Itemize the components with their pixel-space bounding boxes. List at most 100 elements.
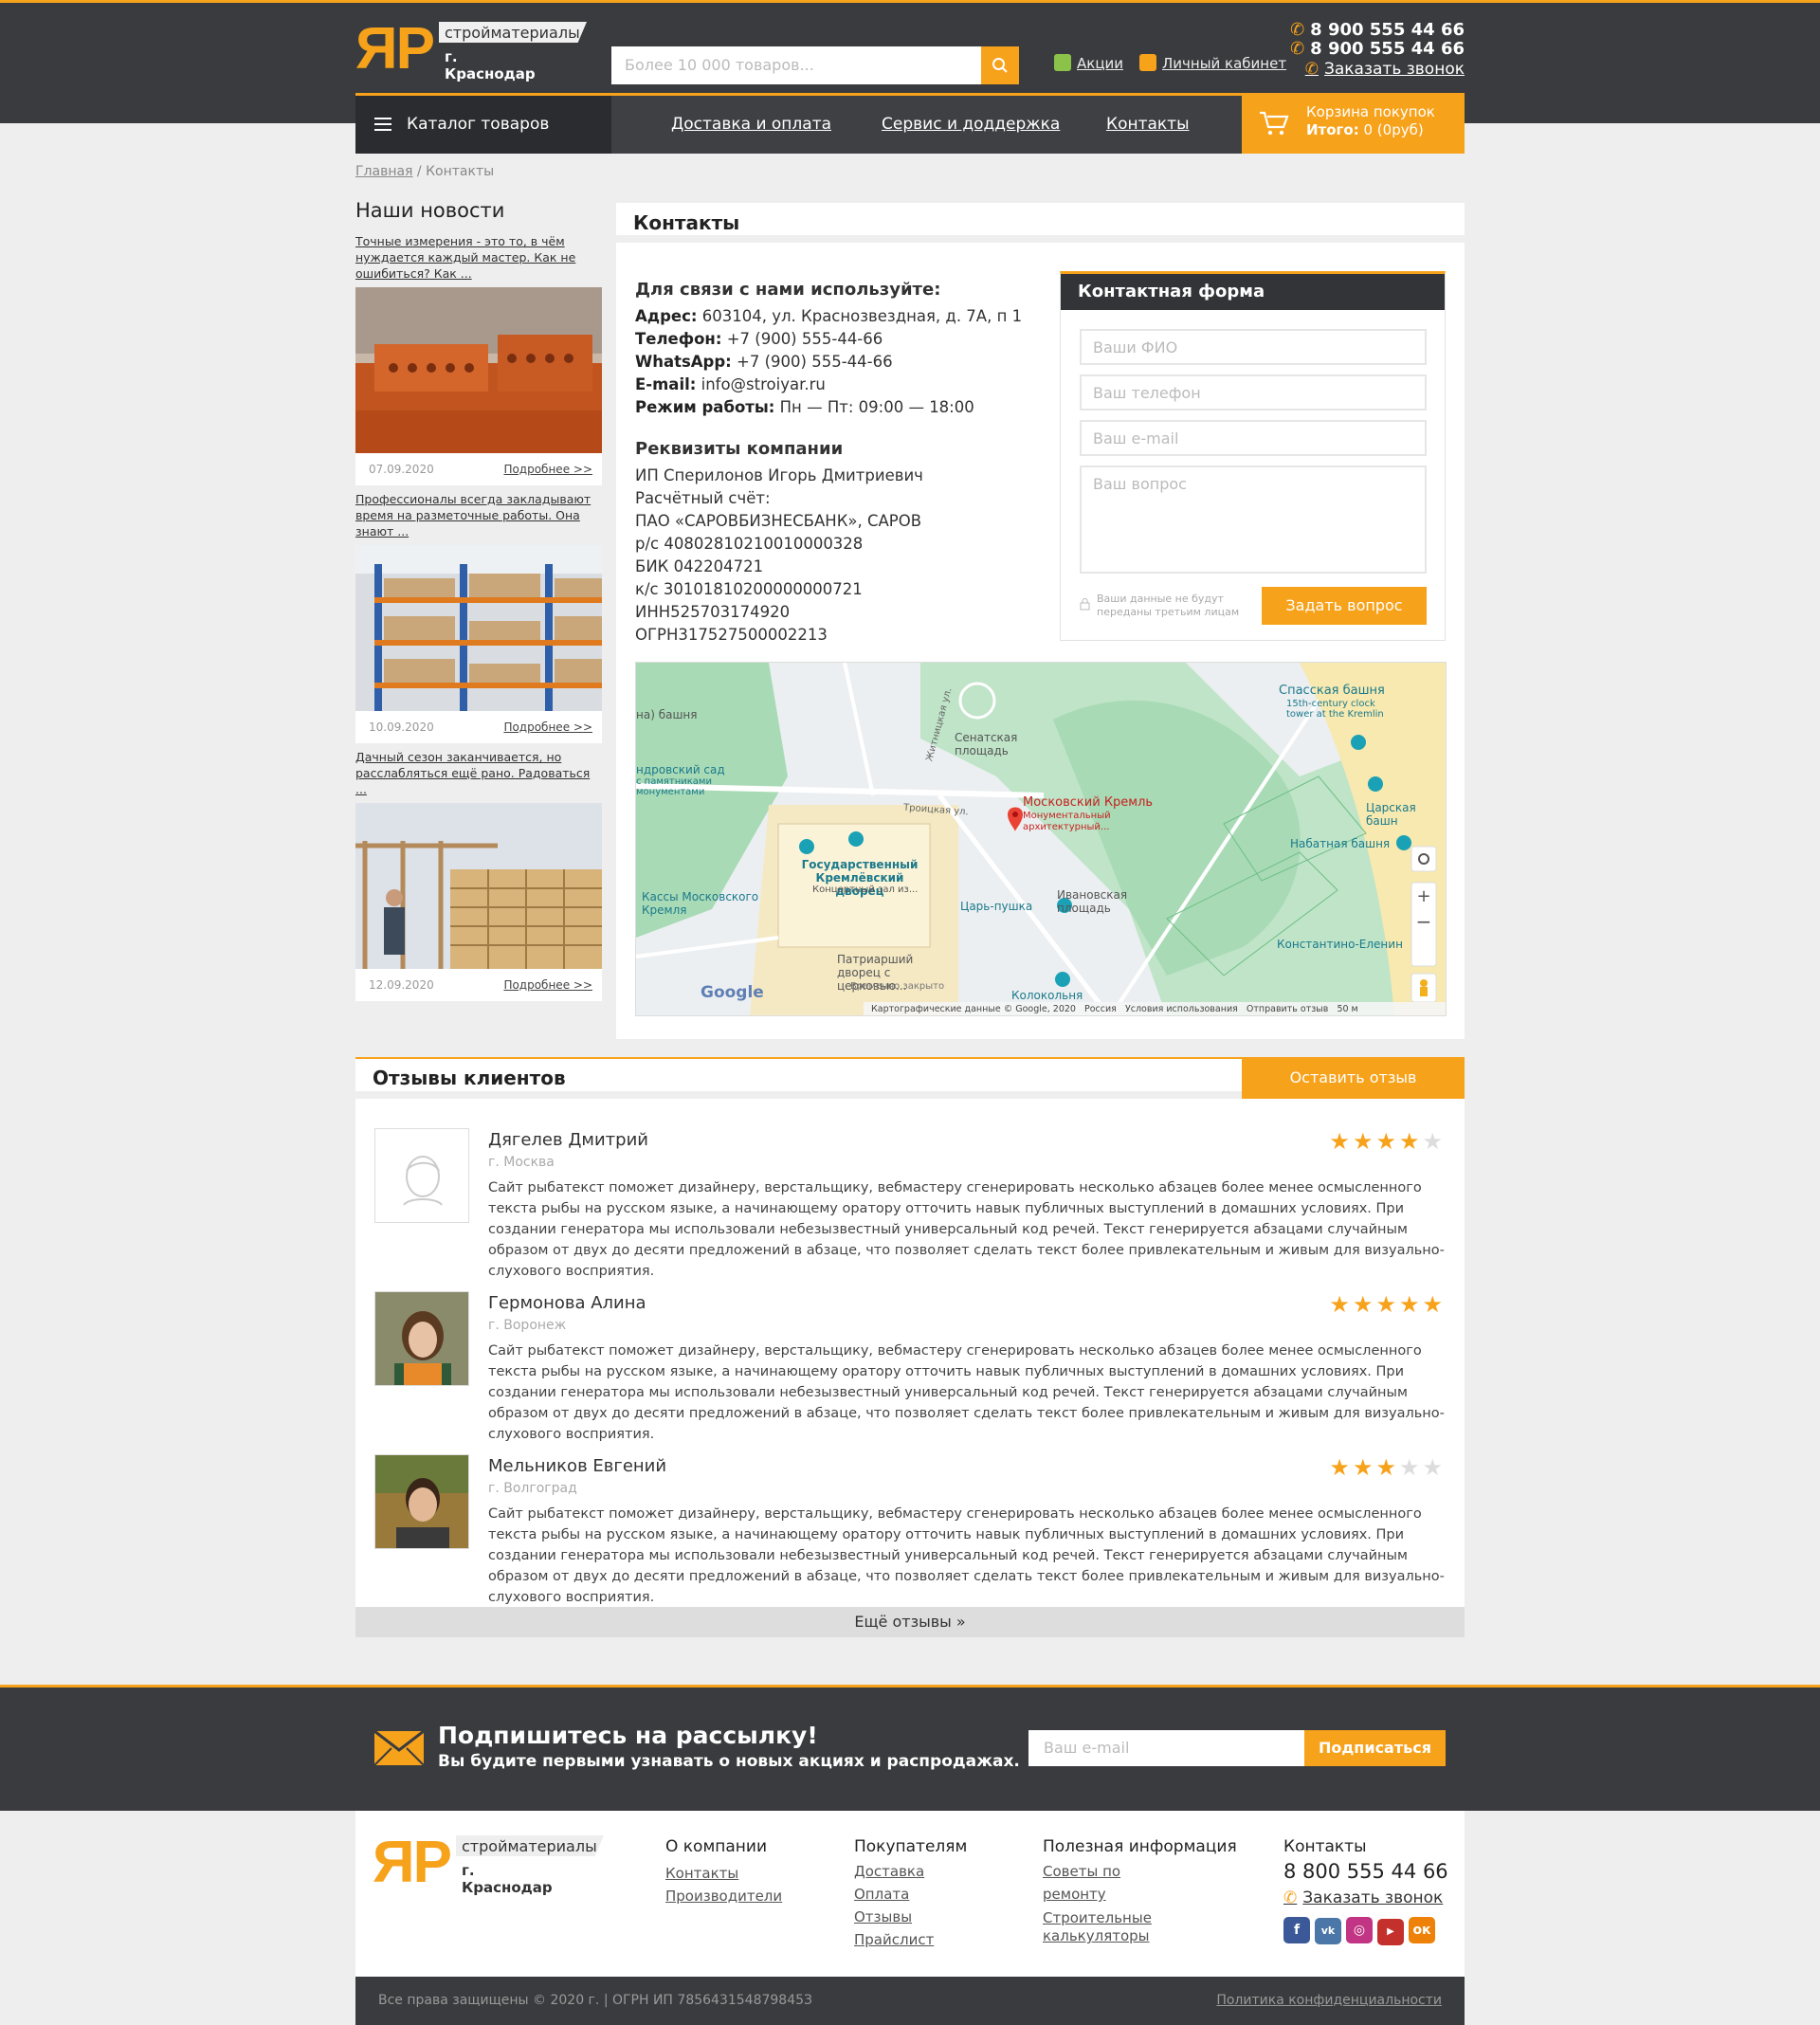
logo[interactable]: ЯР стройматериалы г. Краснодар — [355, 20, 587, 82]
contact-intro: Для связи с нами используйте: — [635, 280, 941, 300]
user-icon — [1139, 54, 1156, 71]
map-label: Концертный зал из... — [812, 885, 919, 895]
name-field[interactable]: Ваши ФИО — [1080, 329, 1427, 365]
breadcrumb-home[interactable]: Главная — [355, 164, 412, 179]
star-empty-icon: ★ — [1398, 1454, 1423, 1481]
footer: ЯР стройматериалы г. Краснодар О компани… — [355, 1811, 1465, 1977]
req-line: Расчётный счёт: — [635, 489, 771, 507]
news-title-link[interactable]: Дачный сезон заканчивается, но расслабля… — [355, 749, 602, 803]
email-field[interactable]: Ваш e-mail — [1080, 420, 1427, 456]
nav-item-delivery[interactable]: Доставка и оплата — [671, 96, 831, 154]
footer-link[interactable]: Производители — [665, 1885, 782, 1907]
news-more-link[interactable]: Подробнее >> — [503, 721, 592, 734]
map-label: Кассы Московского Кремля — [642, 890, 759, 917]
privacy-policy-link[interactable]: Политика конфиденциальности — [1216, 1977, 1442, 2025]
breadcrumb-current: Контакты — [426, 164, 495, 179]
header-phone-2[interactable]: ✆ 8 900 555 44 66 — [1290, 39, 1465, 59]
nav-item-service[interactable]: Сервис и доддержка — [882, 96, 1060, 154]
whatsapp-line: WhatsApp: +7 (900) 555-44-66 — [635, 351, 1022, 374]
map-label[interactable]: Спасская башня — [1279, 684, 1430, 698]
catalog-label: Каталог товаров — [407, 115, 550, 134]
news-more-link[interactable]: Подробнее >> — [503, 463, 592, 476]
map-label: 15th-century clock tower at the Kremlin — [1286, 699, 1384, 720]
contacts-panel: Контакты Для связи с нами используйте: А… — [616, 203, 1465, 1039]
cart-total-label: Итого: — [1306, 121, 1359, 138]
more-reviews-button[interactable]: Ещё отзывы » — [355, 1607, 1465, 1637]
footer-link[interactable]: Прайслист — [854, 1928, 934, 1951]
facebook-icon[interactable]: f — [1283, 1917, 1310, 1943]
star-empty-icon: ★ — [1422, 1454, 1446, 1481]
reviewer-name: Дягелев Дмитрий — [488, 1130, 648, 1150]
footer-callback-label: Заказать звонок — [1302, 1888, 1444, 1907]
account-link[interactable]: Личный кабинет — [1139, 54, 1286, 72]
instagram-icon[interactable]: ◎ — [1346, 1917, 1373, 1943]
reviewer-city: г. Воронеж — [488, 1318, 567, 1333]
footer-phone[interactable]: 8 800 555 44 66 — [1283, 1860, 1448, 1883]
footer-link[interactable]: Строительные калькуляторы — [1043, 1909, 1185, 1945]
address-label: Адрес: — [635, 307, 698, 325]
phone-field[interactable]: Ваш телефон — [1080, 374, 1427, 410]
news-image-lumber[interactable] — [355, 803, 602, 969]
whatsapp-value[interactable]: +7 (900) 555-44-66 — [737, 353, 893, 371]
breadcrumb-separator: / — [412, 164, 427, 179]
news-card[interactable]: Точные измерения - это то, в чём нуждает… — [355, 233, 602, 485]
map-label: Колокольня — [1011, 989, 1083, 1002]
privacy-note: Ваши данные не будут переданы третьим ли… — [1080, 593, 1260, 619]
footer-link[interactable]: Советы по ремонту — [1043, 1860, 1185, 1906]
question-field[interactable]: Ваш вопрос — [1080, 465, 1427, 574]
catalog-button[interactable]: Каталог товаров — [355, 96, 611, 154]
phone-2-text: 8 900 555 44 66 — [1310, 39, 1465, 59]
map-label: Царь-пушка — [960, 900, 1033, 913]
rating-stars: ★★★★★ — [1329, 1291, 1446, 1318]
map-label[interactable]: Московский Кремль — [1023, 795, 1153, 810]
ask-question-button[interactable]: Задать вопрос — [1262, 587, 1427, 625]
star-filled-icon: ★ — [1375, 1454, 1399, 1481]
odnoklassniki-icon[interactable]: ок — [1409, 1917, 1435, 1943]
header-phone-1[interactable]: ✆ 8 900 555 44 66 — [1290, 20, 1465, 40]
search-button[interactable] — [981, 46, 1019, 84]
reviews-section: Отзывы клиентов Оставить отзыв Дягелев Д… — [355, 1057, 1465, 1637]
subscribe-button[interactable]: Подписаться — [1304, 1730, 1446, 1766]
email-value[interactable]: info@stroiyar.ru — [701, 375, 826, 393]
vk-icon[interactable]: vk — [1315, 1918, 1341, 1944]
news-meta: 07.09.2020 Подробнее >> — [355, 453, 602, 485]
footer-link[interactable]: Оплата — [854, 1883, 934, 1906]
map[interactable]: + − Спасская башня 15th-century clock to… — [635, 662, 1447, 1016]
account-link-label: Личный кабинет — [1162, 55, 1287, 72]
footer-link[interactable]: Контакты — [665, 1862, 782, 1885]
footer-link[interactable]: Доставка — [854, 1860, 934, 1883]
news-card[interactable]: Дачный сезон заканчивается, но расслабля… — [355, 749, 602, 1001]
promo-link[interactable]: Акции — [1054, 54, 1123, 72]
map-label: Монументальный архитектурный... — [1023, 811, 1111, 832]
search-input[interactable]: Более 10 000 товаров... — [611, 46, 1017, 84]
youtube-icon[interactable]: ▶ — [1377, 1919, 1404, 1945]
cart-button[interactable]: Корзина покупок Итого: 0 (0руб) — [1242, 93, 1465, 154]
leave-review-button[interactable]: Оставить отзыв — [1242, 1057, 1465, 1099]
footer-callback-link[interactable]: ✆ Заказать звонок — [1283, 1888, 1443, 1907]
envelope-icon — [373, 1729, 426, 1771]
nav-item-contacts[interactable]: Контакты — [1106, 96, 1190, 154]
footer-logo[interactable]: ЯР стройматериалы г. Краснодар — [373, 1830, 604, 1896]
news-title-link[interactable]: Профессионалы всегда закладывают время н… — [355, 491, 602, 545]
subscribe-subtitle: Вы будите первыми узнавать о новых акция… — [438, 1752, 1020, 1771]
news-card[interactable]: Профессионалы всегда закладывают время н… — [355, 491, 602, 743]
phone-value[interactable]: +7 (900) 555-44-66 — [727, 330, 883, 348]
footer-col-title: Покупателям — [854, 1837, 968, 1856]
star-filled-icon: ★ — [1352, 1128, 1376, 1155]
address-value: 603104, ул. Краснозвездная, д. 7А, п 1 — [701, 307, 1023, 325]
news-image-bricks[interactable] — [355, 287, 602, 453]
google-logo: Google — [701, 983, 764, 1002]
news-more-link[interactable]: Подробнее >> — [503, 978, 592, 992]
more-reviews-label: Ещё отзывы — [854, 1613, 952, 1631]
review-item: Дягелев Дмитрий г. Москва ★★★★★ Сайт рыб… — [374, 1128, 1446, 1291]
star-filled-icon: ★ — [1398, 1128, 1423, 1155]
map-label: Сенатская площадь — [955, 731, 1018, 757]
breadcrumb: Главная / Контакты — [355, 164, 494, 179]
subscribe-email-input[interactable]: Ваш e-mail — [1028, 1730, 1304, 1766]
cart-total-value: 0 (0руб) — [1363, 121, 1424, 138]
news-image-warehouse[interactable] — [355, 545, 602, 711]
logo-mark: ЯР — [373, 1830, 452, 1895]
callback-link[interactable]: ✆ Заказать звонок — [1305, 60, 1465, 79]
footer-link[interactable]: Отзывы — [854, 1906, 934, 1928]
news-title-link[interactable]: Точные измерения - это то, в чём нуждает… — [355, 233, 602, 287]
